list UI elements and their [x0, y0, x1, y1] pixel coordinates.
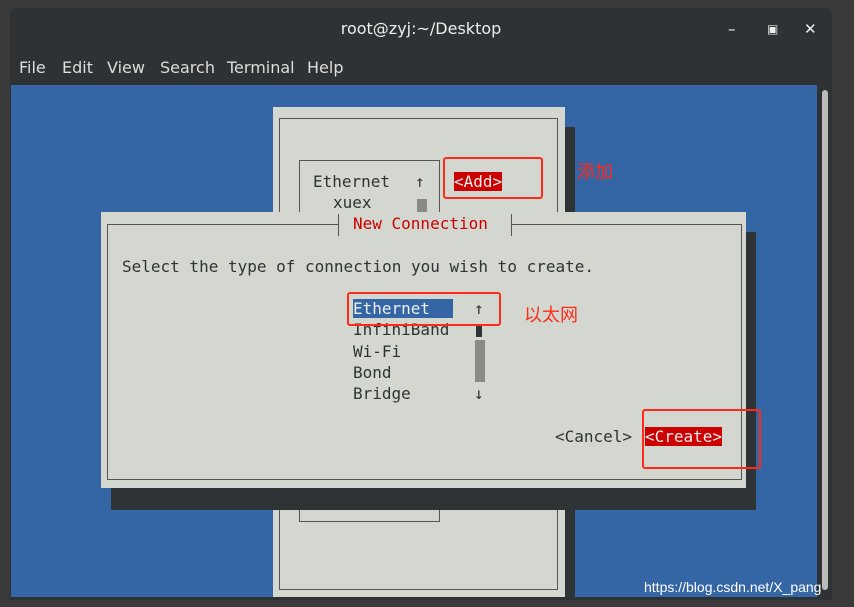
annotation-add: 添加	[577, 162, 613, 183]
arrow-up-icon: ↑	[415, 172, 425, 191]
menu-edit[interactable]: Edit	[62, 58, 93, 77]
arrow-down-icon: ↓	[474, 384, 484, 403]
terminal-scrollbar[interactable]	[821, 88, 829, 593]
list-item[interactable]: xuex	[333, 193, 372, 212]
annotation-ethernet: 以太网	[524, 305, 578, 326]
maximize-button[interactable]: ▣	[767, 20, 778, 38]
option-bridge[interactable]: Bridge	[353, 384, 411, 403]
option-bond[interactable]: Bond	[353, 363, 392, 382]
menu-bar: File Edit View Search Terminal Help	[10, 50, 832, 85]
cancel-button[interactable]: <Cancel>	[555, 427, 632, 446]
scrollbar-marker	[476, 325, 482, 337]
dialog-prompt: Select the type of connection you wish t…	[122, 257, 595, 276]
terminal-window: root@zyj:~/Desktop – ▣ ✕ File Edit View …	[10, 8, 832, 600]
minimize-button[interactable]: –	[728, 20, 736, 38]
window-title: root@zyj:~/Desktop	[340, 19, 502, 38]
dialog-title: New Connection	[353, 214, 488, 233]
menu-view[interactable]: View	[107, 58, 145, 77]
list-scrollbar[interactable]	[475, 340, 485, 382]
watermark: https://blog.csdn.net/X_pang	[644, 579, 822, 595]
terminal-area[interactable]: Ethernet ↑ xuex <Add> 添加 New Connection …	[11, 85, 817, 597]
menu-help[interactable]: Help	[307, 58, 343, 77]
close-button[interactable]: ✕	[804, 20, 817, 38]
menu-terminal[interactable]: Terminal	[227, 58, 295, 77]
menu-file[interactable]: File	[19, 58, 46, 77]
list-item[interactable]: Ethernet	[313, 172, 390, 191]
menu-search[interactable]: Search	[160, 58, 215, 77]
new-connection-dialog: New Connection Select the type of connec…	[101, 212, 761, 488]
option-wifi[interactable]: Wi-Fi	[353, 342, 401, 361]
